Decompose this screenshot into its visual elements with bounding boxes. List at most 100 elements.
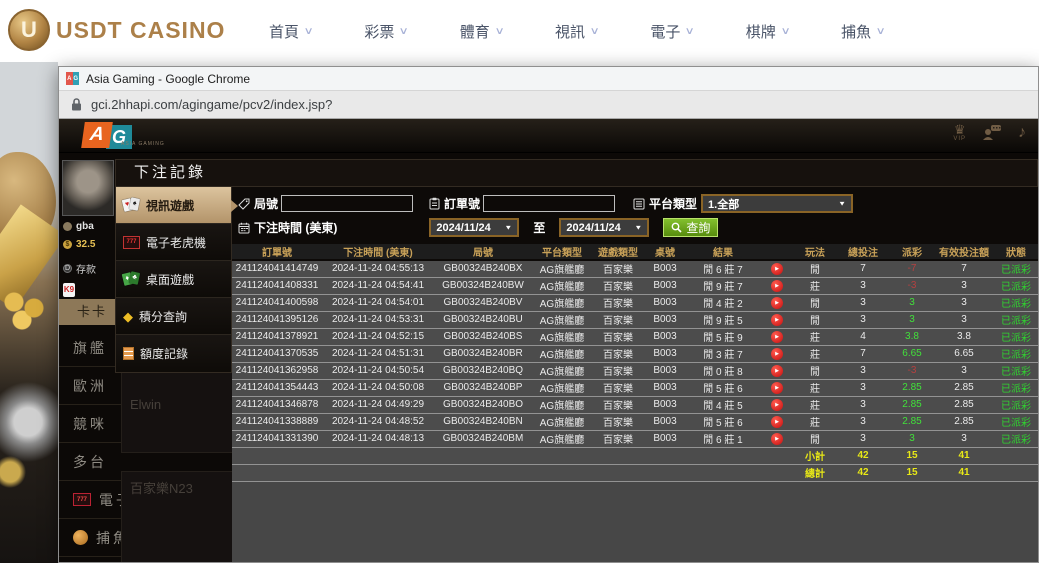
- cell: 241124041338889: [232, 413, 322, 430]
- cell: B003: [644, 379, 686, 396]
- menu-item-slots[interactable]: 777 電子老虎機: [116, 224, 231, 261]
- menu-item-credit-records[interactable]: 額度記錄: [116, 335, 231, 372]
- platform-type-label: 平台類型: [633, 195, 697, 212]
- summary-label: 小計: [794, 447, 836, 464]
- search-button[interactable]: 查詢: [663, 218, 718, 237]
- cell: 閒 5 莊 9: [686, 328, 760, 345]
- column-header: 總投注: [836, 244, 890, 260]
- play-video-button[interactable]: ▶: [771, 263, 783, 275]
- cell: 2024-11-24 04:48:13: [322, 430, 434, 447]
- chevron-down-icon: ∨: [590, 26, 600, 37]
- url-text: gci.2hhapi.com/agingame/pcv2/index.jsp?: [91, 97, 332, 112]
- cell: GB00324B240BP: [434, 379, 532, 396]
- cell: 2.85: [890, 396, 934, 413]
- chevron-down-icon: ∨: [876, 26, 886, 37]
- cell: 已派彩: [994, 396, 1038, 413]
- table-row: 2411240413544432024-11-24 04:50:08GB0032…: [232, 379, 1038, 396]
- bet-records-table: 訂單號下注時間 (美東)局號平台類型遊戲類型桌號結果玩法總投注派彩有效投注額狀態…: [232, 244, 1038, 482]
- play-cell: ▶: [760, 413, 794, 430]
- menu-item-points[interactable]: ◆ 積分查詢: [116, 298, 231, 335]
- cell: 莊: [794, 328, 836, 345]
- customer-service-icon[interactable]: [982, 124, 1002, 141]
- play-video-button[interactable]: ▶: [771, 399, 783, 411]
- date-to-select[interactable]: 2024/11/24 ▼: [559, 218, 649, 237]
- menu-item-table-games[interactable]: ♦♣ 桌面遊戲: [116, 261, 231, 298]
- cell: 3: [890, 430, 934, 447]
- cell: 2024-11-24 04:53:31: [322, 311, 434, 328]
- play-cell: ▶: [760, 311, 794, 328]
- nav-item-5[interactable]: 棋牌∨: [746, 21, 789, 42]
- cell: 2024-11-24 04:54:01: [322, 294, 434, 311]
- cell: GB00324B240BX: [434, 260, 532, 277]
- cell: 閒 3 莊 7: [686, 345, 760, 362]
- play-video-button[interactable]: ▶: [771, 297, 783, 309]
- table-row: 2411240413705352024-11-24 04:51:31GB0032…: [232, 345, 1038, 362]
- menu-item-live-games[interactable]: ♥♠ 視訊遊戲: [116, 187, 231, 224]
- site-header: U USDT CASINO 首頁∨ 彩票∨ 體育∨ 視訊∨ 電子∨ 棋牌∨ 捕魚∨: [0, 0, 1039, 62]
- cell: 3.8: [890, 328, 934, 345]
- play-video-button[interactable]: ▶: [771, 382, 783, 394]
- calendar-icon: [238, 222, 250, 234]
- cell: -3: [890, 362, 934, 379]
- nav-item-4[interactable]: 電子∨: [650, 21, 693, 42]
- column-header: 下注時間 (美東): [322, 244, 434, 260]
- cell: AG旗艦廳: [532, 328, 592, 345]
- summary-value: 41: [934, 447, 994, 464]
- play-video-button[interactable]: ▶: [771, 280, 783, 292]
- ag-page: A G ASIA GAMING ♛ VIP ♪: [59, 119, 1038, 562]
- nav-item-6[interactable]: 捕魚∨: [841, 21, 884, 42]
- column-header: 局號: [434, 244, 532, 260]
- play-video-button[interactable]: ▶: [771, 314, 783, 326]
- cell: B003: [644, 311, 686, 328]
- bet-time-label: 下注時間 (美東): [238, 219, 337, 236]
- window-title: Asia Gaming - Google Chrome: [86, 72, 250, 86]
- music-note-icon[interactable]: ♪: [1018, 124, 1026, 142]
- play-video-button[interactable]: ▶: [771, 331, 783, 343]
- nav-item-0[interactable]: 首頁∨: [269, 21, 312, 42]
- play-video-button[interactable]: ▶: [771, 348, 783, 360]
- bet-table-area: 訂單號下注時間 (美東)局號平台類型遊戲類型桌號結果玩法總投注派彩有效投注額狀態…: [232, 244, 1038, 562]
- play-video-button[interactable]: ▶: [771, 433, 783, 445]
- to-label: 至: [533, 219, 545, 236]
- vip-button[interactable]: ♛ VIP: [953, 123, 966, 142]
- cell: 2.85: [934, 413, 994, 430]
- nav-item-1[interactable]: 彩票∨: [364, 21, 407, 42]
- order-input[interactable]: [483, 195, 615, 212]
- round-input[interactable]: [281, 195, 413, 212]
- table-header-row: 訂單號下注時間 (美東)局號平台類型遊戲類型桌號結果玩法總投注派彩有效投注額狀態: [232, 244, 1038, 260]
- cell: 3: [890, 311, 934, 328]
- cell: 3: [836, 430, 890, 447]
- deposit-row[interactable]: D 存款: [63, 261, 96, 276]
- diamond-icon: ◆: [123, 310, 133, 323]
- site-brand-name: USDT CASINO: [56, 17, 225, 44]
- column-header: 玩法: [794, 244, 836, 260]
- column-header: [760, 244, 794, 260]
- panel-body: ♥♠ 視訊遊戲 777 電子老虎機 ♦♣ 桌面遊戲 ◆ 積分查詢: [115, 187, 1038, 562]
- cell: B003: [644, 345, 686, 362]
- cell: 莊: [794, 379, 836, 396]
- user-avatar[interactable]: [62, 160, 114, 216]
- cell: GB00324B240BN: [434, 413, 532, 430]
- cell: 241124041354443: [232, 379, 322, 396]
- table-row: 2411240414005982024-11-24 04:54:01GB0032…: [232, 294, 1038, 311]
- cell: B003: [644, 413, 686, 430]
- cell: 已派彩: [994, 379, 1038, 396]
- deposit-icon: D: [63, 264, 72, 273]
- column-header: 平台類型: [532, 244, 592, 260]
- slot-machine-icon: 777: [123, 236, 140, 249]
- play-video-button[interactable]: ▶: [771, 365, 783, 377]
- nav-item-2[interactable]: 體育∨: [460, 21, 503, 42]
- play-video-button[interactable]: ▶: [771, 416, 783, 428]
- platform-type-select[interactable]: 1.全部 ▼: [701, 194, 853, 213]
- cell: AG旗艦廳: [532, 362, 592, 379]
- cell: B003: [644, 362, 686, 379]
- date-from-select[interactable]: 2024/11/24 ▼: [429, 218, 519, 237]
- chrome-url-bar[interactable]: gci.2hhapi.com/agingame/pcv2/index.jsp?: [59, 91, 1038, 119]
- cell: 百家樂: [592, 345, 644, 362]
- cell: 2024-11-24 04:54:41: [322, 277, 434, 294]
- cell: 7: [836, 345, 890, 362]
- site-logo[interactable]: U USDT CASINO: [8, 9, 225, 51]
- chrome-title-bar[interactable]: AG Asia Gaming - Google Chrome: [59, 67, 1038, 91]
- cell: GB00324B240BM: [434, 430, 532, 447]
- nav-item-3[interactable]: 視訊∨: [555, 21, 598, 42]
